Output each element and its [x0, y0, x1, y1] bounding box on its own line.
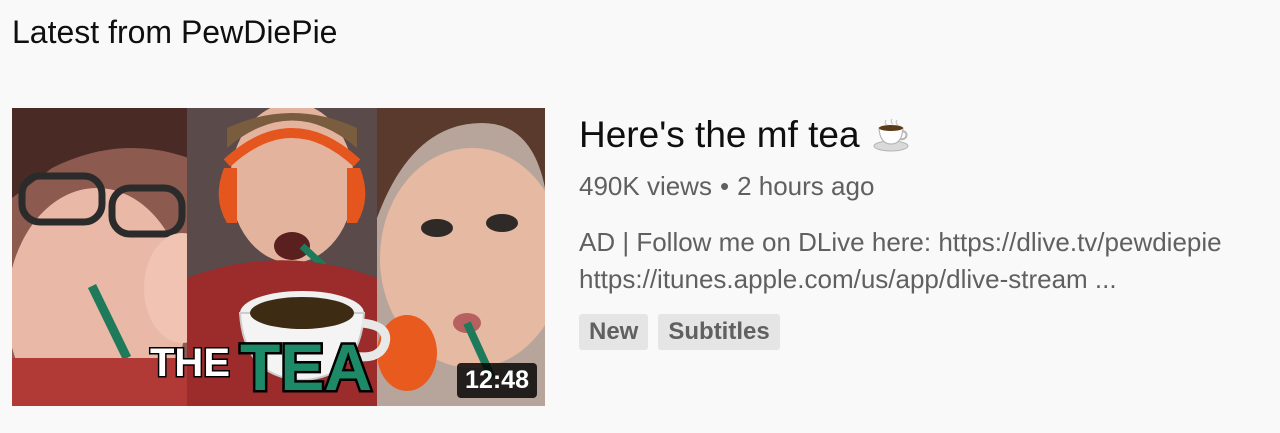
coffee-cup-icon — [873, 118, 909, 152]
duration-badge: 12:48 — [457, 363, 537, 398]
video-title-text[interactable]: Here's the mf tea — [579, 112, 860, 158]
description-line-1: AD | Follow me on DLive here: https://dl… — [579, 227, 1222, 257]
badge-row: New Subtitles — [579, 314, 1279, 350]
stats-separator: • — [719, 171, 730, 201]
subtitles-badge: Subtitles — [658, 314, 780, 350]
video-item[interactable]: THE TEA 12:48 Here's the mf tea 490K vie… — [12, 108, 1222, 406]
video-stats: 490K views • 2 hours ago — [579, 170, 1279, 202]
description-line-2: https://itunes.apple.com/us/app/dlive-st… — [579, 264, 1117, 294]
thumbnail-image: THE TEA — [12, 108, 545, 406]
video-meta: Here's the mf tea 490K views • 2 hours ago… — [579, 108, 1279, 350]
new-badge: New — [579, 314, 649, 350]
thumbnail-text-tea: TEA — [240, 330, 372, 404]
thumbnail-text-the: THE — [150, 341, 230, 385]
shelf-title[interactable]: Latest from PewDiePie — [12, 14, 337, 51]
upload-age: 2 hours ago — [737, 171, 875, 201]
view-count: 490K views — [579, 171, 712, 201]
video-title[interactable]: Here's the mf tea — [579, 112, 1279, 158]
video-thumbnail[interactable]: THE TEA 12:48 — [12, 108, 545, 406]
video-description: AD | Follow me on DLive here: https://dl… — [579, 224, 1279, 298]
